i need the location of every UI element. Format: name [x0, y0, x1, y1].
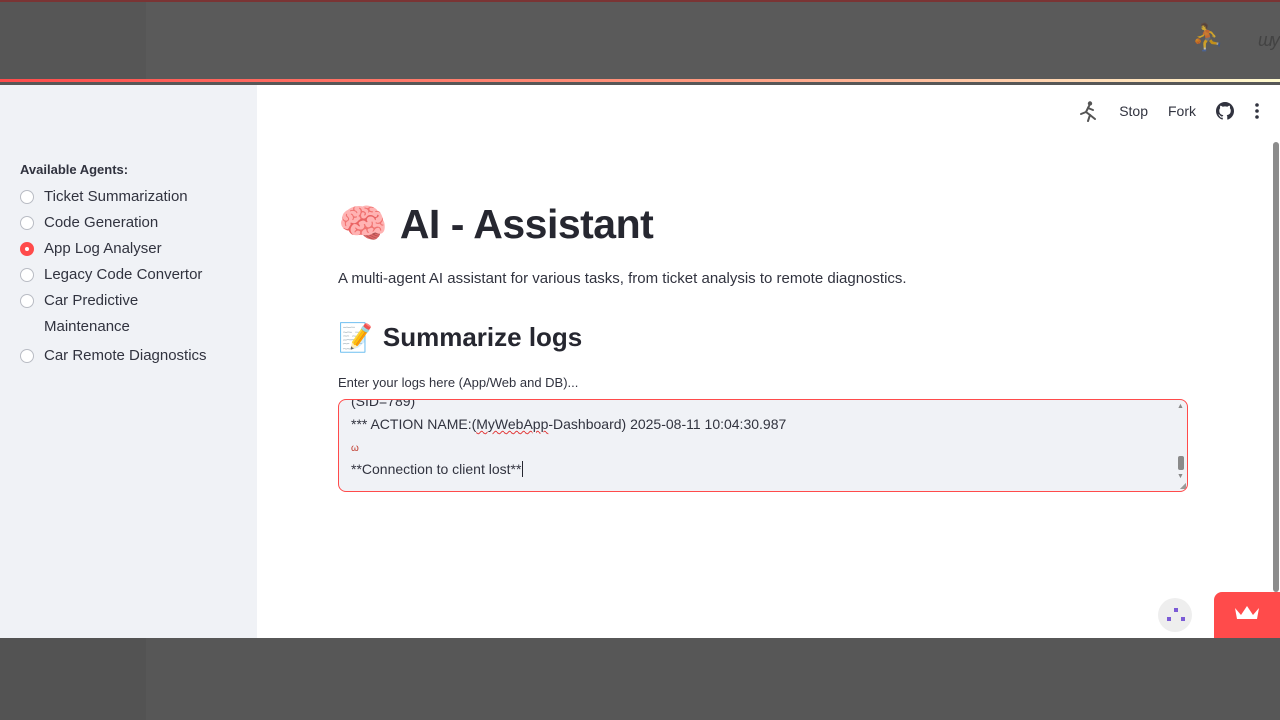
text-caret: [522, 461, 524, 477]
radio-label: Ticket Summarization: [44, 188, 188, 205]
sidebar: Available Agents: Ticket Summarization C…: [0, 85, 257, 638]
log-action-suffix: -Dashboard) 2025-08-11 10:04:30.987: [548, 416, 787, 432]
logs-textarea[interactable]: (SID=789) *** ACTION NAME:(MyWebApp-Dash…: [338, 399, 1188, 492]
section-header: 📝 Summarize logs: [338, 321, 582, 354]
ghost-runner-icon: ⛹: [1191, 22, 1224, 52]
radio-label: Car Remote Diagnostics: [44, 347, 207, 364]
main-content: Stop Fork 🧠 AI - Assistant A multi-agent…: [257, 85, 1280, 638]
logs-input-label: Enter your logs here (App/Web and DB)...: [338, 375, 579, 390]
textarea-scrollbar[interactable]: ▲ ▼: [1177, 403, 1185, 489]
github-icon[interactable]: [1216, 102, 1234, 120]
ghost-scribble-icon: ɯy: [1258, 30, 1280, 50]
radio-code-generation[interactable]: Code Generation: [20, 213, 250, 233]
page-scrollbar[interactable]: [1273, 142, 1279, 592]
radio-button[interactable]: [20, 349, 34, 363]
log-action-prefix: *** ACTION NAME:(: [351, 416, 477, 432]
radio-car-predictive-maintenance[interactable]: Car Predictive Maintenance: [20, 291, 250, 340]
stop-button[interactable]: Stop: [1119, 103, 1148, 119]
radio-label: App Log Analyser: [44, 240, 162, 257]
radio-app-log-analyser[interactable]: App Log Analyser: [20, 239, 250, 259]
page-title-text: AI - Assistant: [399, 200, 654, 247]
radio-button[interactable]: [20, 294, 34, 308]
crown-button[interactable]: [1214, 592, 1280, 638]
radio-label: Car Predictive Maintenance: [44, 292, 139, 335]
radio-legacy-code-convertor[interactable]: Legacy Code Convertor: [20, 265, 250, 285]
log-line-action: *** ACTION NAME:(MyWebApp-Dashboard) 202…: [351, 416, 786, 432]
log-action-app: MyWebApp: [476, 416, 549, 432]
runner-icon[interactable]: [1077, 100, 1099, 122]
kebab-menu-icon[interactable]: [1254, 102, 1260, 120]
browser-bottom-overlay: [0, 638, 1280, 720]
overlay-shade: [0, 638, 146, 720]
header-accent-bar: [0, 79, 1280, 82]
radio-button[interactable]: [20, 216, 34, 230]
dots-icon[interactable]: [1158, 598, 1192, 632]
overlay-shade: [0, 2, 146, 79]
sidebar-title: Available Agents:: [20, 162, 129, 177]
radio-ticket-summarization[interactable]: Ticket Summarization: [20, 187, 250, 207]
brain-icon: 🧠: [338, 202, 388, 246]
section-title: Summarize logs: [382, 322, 583, 352]
log-line-last: **Connection to client lost**: [351, 461, 524, 477]
app-toolbar: Stop Fork: [1077, 100, 1260, 122]
fork-button[interactable]: Fork: [1168, 103, 1196, 119]
textarea-scroll-thumb[interactable]: [1178, 456, 1184, 470]
radio-car-remote-diagnostics[interactable]: Car Remote Diagnostics: [20, 346, 250, 366]
page-description: A multi-agent AI assistant for various t…: [338, 270, 907, 287]
log-last-text: **Connection to client lost**: [351, 461, 522, 477]
log-line-marker: ω: [351, 443, 359, 454]
memo-icon: 📝: [338, 322, 373, 353]
crown-icon: [1233, 604, 1261, 627]
browser-top-overlay: ⛹ ɯy: [0, 0, 1280, 82]
streamlit-app: Available Agents: Ticket Summarization C…: [0, 85, 1280, 638]
overlay-top-line: [0, 0, 1280, 2]
page-title: 🧠 AI - Assistant: [338, 200, 654, 248]
radio-button-selected[interactable]: [20, 242, 34, 256]
resize-handle-icon[interactable]: ◢: [1180, 481, 1186, 490]
scroll-up-icon[interactable]: ▲: [1177, 403, 1184, 410]
radio-button[interactable]: [20, 190, 34, 204]
agent-radio-group: Ticket Summarization Code Generation App…: [20, 187, 250, 372]
radio-button[interactable]: [20, 268, 34, 282]
log-line-clipped: (SID=789): [351, 399, 416, 409]
scroll-down-icon[interactable]: ▼: [1177, 473, 1184, 480]
radio-label: Legacy Code Convertor: [44, 266, 203, 283]
radio-label: Code Generation: [44, 214, 159, 231]
